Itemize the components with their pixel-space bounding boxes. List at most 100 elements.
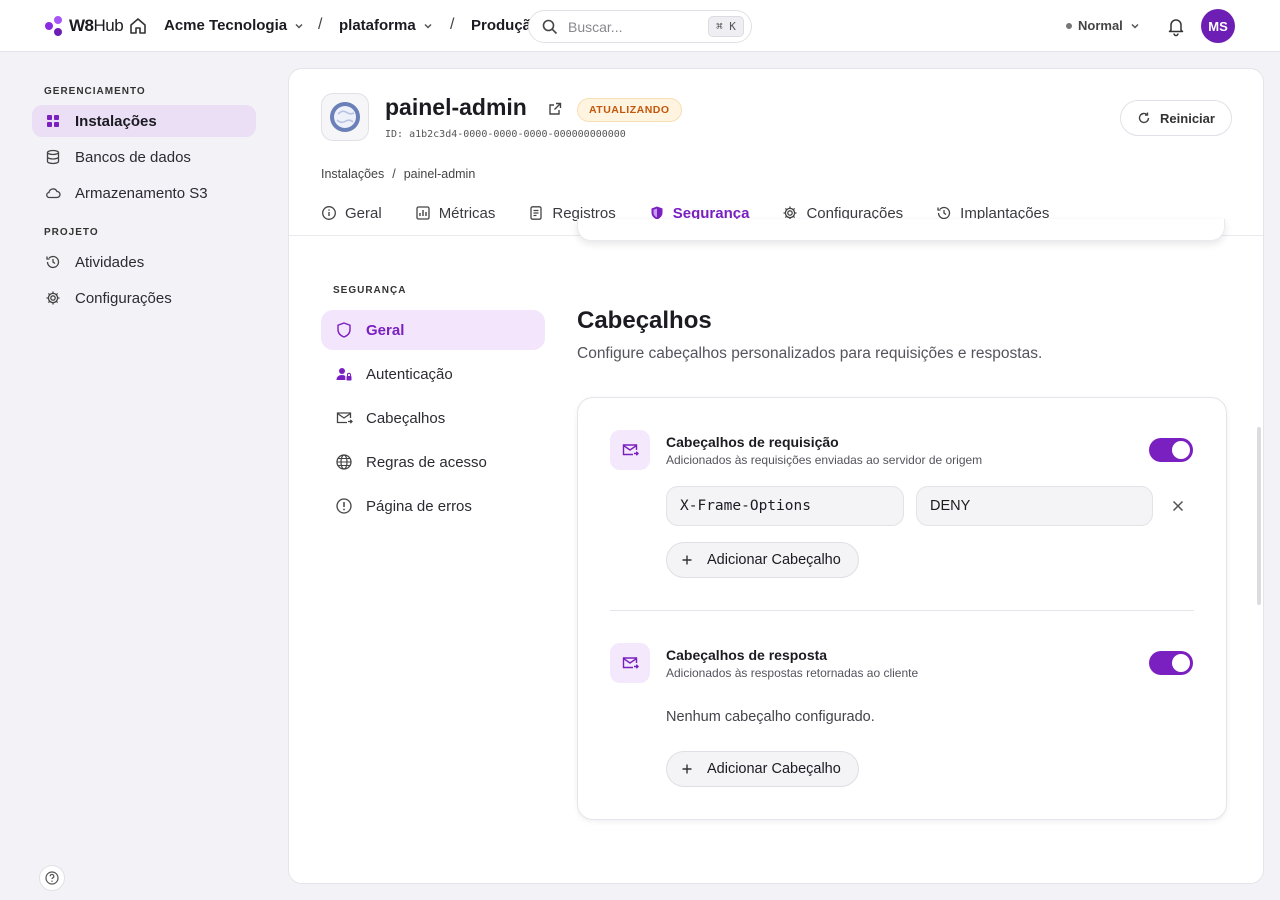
sidebar-item-bancos-de-dados[interactable]: Bancos de dados	[32, 141, 256, 173]
security-nav-regras-de-acesso[interactable]: Regras de acesso	[321, 442, 545, 482]
security-nav-title: SEGURANÇA	[333, 285, 407, 296]
sidebar-item-configuracoes[interactable]: Configurações	[32, 282, 256, 314]
sidebar-section-title: GERENCIAMENTO	[44, 86, 146, 97]
header-value-input[interactable]: DENY	[916, 486, 1153, 526]
main-panel: painel-admin ATUALIZANDO ID: a1b2c3d4-00…	[288, 68, 1264, 884]
mail-forward-icon	[336, 412, 353, 424]
request-headers-toggle[interactable]	[1149, 438, 1193, 462]
shield-icon	[337, 322, 351, 338]
help-icon	[45, 871, 59, 885]
add-button-label: Adicionar Cabeçalho	[707, 552, 841, 568]
app-id: ID: a1b2c3d4-0000-0000-0000-000000000000	[385, 129, 626, 140]
environment-switcher[interactable]: Produção	[471, 17, 531, 34]
breadcrumb-link[interactable]: Instalações	[321, 167, 384, 181]
response-headers-icon-box	[610, 643, 650, 683]
org-name: Acme Tecnologia	[164, 17, 288, 34]
top-bar: W8Hub Acme Tecnologia / plataforma / Pro…	[0, 0, 1280, 52]
info-icon	[322, 206, 336, 220]
response-headers-description: Adicionados às respostas retornadas ao c…	[666, 666, 919, 680]
mail-forward-icon	[622, 657, 639, 669]
project-name: plataforma	[339, 17, 416, 34]
security-nav-label: Regras de acesso	[366, 453, 487, 471]
security-nav-label: Geral	[366, 321, 405, 339]
tab-geral[interactable]: Geral	[321, 191, 382, 235]
environment-name: Produção	[471, 17, 531, 34]
close-icon[interactable]	[1170, 498, 1186, 514]
home-icon[interactable]	[128, 16, 148, 36]
sidebar-item-label: Armazenamento S3	[75, 184, 208, 202]
sidebar-item-instalacoes[interactable]: Instalações	[32, 105, 256, 137]
response-headers-title: Cabeçalhos de resposta	[666, 647, 828, 663]
security-nav-pagina-de-erros[interactable]: Página de erros	[321, 486, 545, 526]
app-title: painel-admin	[385, 94, 527, 120]
security-nav-label: Autenticação	[366, 365, 453, 383]
gear-icon	[46, 291, 60, 305]
logo[interactable]: W8Hub	[44, 13, 124, 39]
mode-label: Normal	[1078, 18, 1123, 33]
security-nav-autenticacao[interactable]: Autenticação	[321, 354, 545, 394]
sidebar-item-label: Bancos de dados	[75, 148, 191, 166]
sidebar-item-label: Configurações	[75, 289, 172, 307]
sidebar-item-label: Atividades	[75, 253, 145, 271]
sidebar-item-armazenamento-s3[interactable]: Armazenamento S3	[32, 177, 256, 209]
search-input[interactable]: Buscar...	[568, 19, 708, 35]
breadcrumb: Instalações / painel-admin	[321, 167, 475, 181]
avatar[interactable]: MS	[1201, 9, 1235, 43]
add-response-header-button[interactable]: Adicionar Cabeçalho	[666, 751, 859, 787]
section-divider	[610, 610, 1194, 611]
request-headers-title: Cabeçalhos de requisição	[666, 434, 839, 450]
add-request-header-button[interactable]: Adicionar Cabeçalho	[666, 542, 859, 578]
section-title: Cabeçalhos	[577, 307, 712, 334]
mail-forward-icon	[622, 444, 639, 456]
scrollbar[interactable]	[1257, 427, 1261, 605]
history-icon	[46, 255, 60, 269]
logo-text: W8Hub	[69, 16, 124, 35]
plus-icon	[682, 555, 692, 565]
bell-icon[interactable]	[1165, 15, 1187, 37]
org-switcher[interactable]: Acme Tecnologia	[164, 17, 305, 34]
grid-icon	[47, 115, 59, 127]
status-badge: ATUALIZANDO	[577, 98, 682, 122]
user-lock-icon	[336, 368, 352, 381]
security-nav-label: Página de erros	[366, 497, 472, 515]
tab-label: Geral	[345, 204, 382, 222]
security-nav-cabecalhos[interactable]: Cabeçalhos	[321, 398, 545, 438]
header-name-input[interactable]: X-Frame-Options	[666, 486, 904, 526]
request-headers-icon-box	[610, 430, 650, 470]
chevron-down-icon	[1131, 23, 1139, 29]
status-dot	[1066, 22, 1072, 29]
restart-label: Reiniciar	[1160, 110, 1215, 126]
database-icon	[46, 149, 60, 165]
file-text-icon	[530, 206, 543, 220]
project-switcher[interactable]: plataforma	[339, 17, 434, 34]
external-link-icon[interactable]	[547, 101, 563, 117]
help-button[interactable]	[39, 865, 65, 891]
sidebar-item-atividades[interactable]: Atividades	[32, 246, 256, 278]
security-nav-geral[interactable]: Geral	[321, 310, 545, 350]
search-shortcut: ⌘ K	[708, 16, 744, 37]
request-headers-description: Adicionados às requisições enviadas ao s…	[666, 453, 983, 467]
cloud-icon	[46, 188, 61, 199]
response-headers-toggle[interactable]	[1149, 651, 1193, 675]
mode-selector[interactable]: Normal	[1066, 18, 1141, 33]
tab-metricas[interactable]: Métricas	[415, 191, 496, 235]
chevron-down-icon	[295, 23, 303, 29]
add-button-label: Adicionar Cabeçalho	[707, 761, 841, 777]
sidebar-section-title: PROJETO	[44, 227, 99, 238]
sidebar-item-label: Instalações	[75, 112, 157, 130]
search-bar[interactable]: Buscar... ⌘ K	[528, 10, 752, 43]
logo-mark-icon	[45, 16, 62, 36]
breadcrumb-separator: /	[392, 167, 396, 181]
restart-button[interactable]: Reiniciar	[1120, 100, 1232, 136]
tab-label: Métricas	[438, 204, 496, 222]
breadcrumb-current: painel-admin	[403, 167, 476, 181]
chart-icon	[416, 206, 430, 220]
empty-state-text: Nenhum cabeçalho configurado.	[666, 709, 875, 725]
security-nav-label: Cabeçalhos	[366, 409, 446, 427]
breadcrumb-separator: /	[318, 16, 323, 33]
section-subtitle: Configure cabeçalhos personalizados para…	[577, 345, 1043, 362]
chevron-down-icon	[424, 23, 432, 29]
search-icon	[542, 19, 558, 34]
app-icon	[321, 93, 369, 141]
headers-card: Cabeçalhos de requisição Adicionados às …	[577, 397, 1227, 820]
